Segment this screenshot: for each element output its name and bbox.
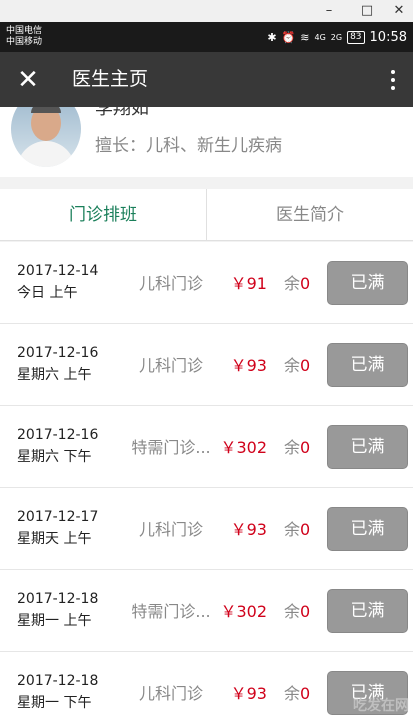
schedule-list: 2017-12-14 今日 上午 儿科门诊 ￥91 余0 已满 2017-12-…: [0, 242, 413, 723]
page-title: 医生主页: [72, 68, 149, 90]
full-button[interactable]: 已满: [327, 507, 408, 551]
remaining-label: 余: [284, 274, 301, 293]
doctor-specialty: 擅长：儿科、新生儿疾病: [95, 136, 282, 156]
schedule-date: 2017-12-14: [17, 263, 99, 279]
schedule-day: 星期六 上午: [17, 367, 92, 383]
alarm-icon: ⏰: [281, 30, 296, 44]
remaining-count: 0: [300, 602, 311, 621]
price: ￥302: [220, 602, 267, 621]
remaining: 余0: [284, 434, 310, 458]
price: ￥93: [230, 520, 267, 539]
more-options-icon[interactable]: [383, 64, 403, 96]
schedule-date: 2017-12-18: [17, 673, 99, 689]
carrier-info: 中国电信 中国移动: [6, 26, 42, 48]
remaining: 余0: [284, 352, 310, 376]
wifi-icon: ≋: [300, 30, 310, 44]
schedule-date: 2017-12-18: [17, 591, 99, 607]
remaining-count: 0: [300, 684, 311, 703]
full-button[interactable]: 已满: [327, 589, 408, 633]
close-icon[interactable]: ✕: [12, 64, 44, 96]
full-button[interactable]: 已满: [327, 343, 408, 387]
tab-doctor-intro[interactable]: 医生简介: [207, 189, 413, 240]
clinic-type: 特需门诊...: [131, 438, 211, 457]
tab-schedule[interactable]: 门诊排班: [0, 189, 207, 240]
remaining: 余0: [284, 680, 310, 704]
status-icons: ✱ ⏰ ≋ 4G 2G 83 10:58: [267, 22, 407, 52]
price: ￥93: [230, 356, 267, 375]
schedule-day: 星期天 上午: [17, 531, 92, 547]
schedule-date: 2017-12-17: [17, 509, 99, 525]
schedule-day: 星期一 上午: [17, 613, 92, 629]
clinic-type: 儿科门诊: [138, 356, 203, 375]
remaining-count: 0: [300, 274, 311, 293]
status-bar: 中国电信 中国移动 ✱ ⏰ ≋ 4G 2G 83 10:58: [0, 22, 413, 52]
remaining-label: 余: [284, 520, 301, 539]
remaining: 余0: [284, 598, 310, 622]
price: ￥302: [220, 438, 267, 457]
avatar: [11, 107, 81, 167]
schedule-date: 2017-12-16: [17, 427, 99, 443]
maximize-icon[interactable]: □: [356, 2, 378, 20]
full-button[interactable]: 已满: [327, 425, 408, 469]
price: ￥93: [230, 684, 267, 703]
remaining-label: 余: [284, 602, 301, 621]
list-item: 2017-12-14 今日 上午 儿科门诊 ￥91 余0 已满: [0, 242, 413, 324]
remaining-label: 余: [284, 438, 301, 457]
watermark: 吃发在网: [353, 698, 409, 714]
remaining: 余0: [284, 270, 310, 294]
signal-4g-icon: 4G: [314, 32, 326, 42]
doctor-header: 李翔如 擅长：儿科、新生儿疾病: [0, 107, 413, 177]
signal-2g-icon: 2G: [330, 32, 343, 42]
schedule-day: 今日 上午: [17, 285, 78, 301]
schedule-day: 星期六 下午: [17, 449, 92, 465]
remaining-count: 0: [300, 356, 311, 375]
window-close-icon[interactable]: ✕: [388, 2, 410, 20]
remaining-label: 余: [284, 356, 301, 375]
remaining-label: 余: [284, 684, 301, 703]
list-item: 2017-12-16 星期六 上午 儿科门诊 ￥93 余0 已满: [0, 324, 413, 406]
app-bar: ✕ 医生主页: [0, 52, 413, 107]
battery-icon: 83: [347, 30, 365, 44]
list-item: 2017-12-17 星期天 上午 儿科门诊 ￥93 余0 已满: [0, 488, 413, 570]
window-titlebar: – □ ✕: [0, 0, 413, 22]
minimize-icon[interactable]: –: [318, 2, 340, 20]
schedule-day: 星期一 下午: [17, 695, 92, 711]
tab-bar: 门诊排班 医生简介: [0, 189, 413, 241]
doctor-name: 李翔如: [95, 107, 149, 119]
carrier-1: 中国电信: [6, 26, 43, 36]
clinic-type: 儿科门诊: [138, 520, 203, 539]
clinic-type: 特需门诊...: [131, 602, 211, 621]
schedule-date: 2017-12-16: [17, 345, 99, 361]
carrier-2: 中国移动: [6, 37, 43, 47]
list-item: 2017-12-16 星期六 下午 特需门诊... ￥302 余0 已满: [0, 406, 413, 488]
price: ￥91: [230, 274, 267, 293]
remaining-count: 0: [300, 520, 311, 539]
clinic-type: 儿科门诊: [138, 274, 203, 293]
remaining: 余0: [284, 516, 310, 540]
list-item: 2017-12-18 星期一 下午 儿科门诊 ￥93 余0 已满: [0, 652, 413, 723]
clock: 10:58: [369, 29, 407, 45]
full-button[interactable]: 已满: [327, 261, 408, 305]
bluetooth-icon: ✱: [267, 30, 277, 44]
remaining-count: 0: [300, 438, 311, 457]
clinic-type: 儿科门诊: [138, 684, 203, 703]
list-item: 2017-12-18 星期一 上午 特需门诊... ￥302 余0 已满: [0, 570, 413, 652]
